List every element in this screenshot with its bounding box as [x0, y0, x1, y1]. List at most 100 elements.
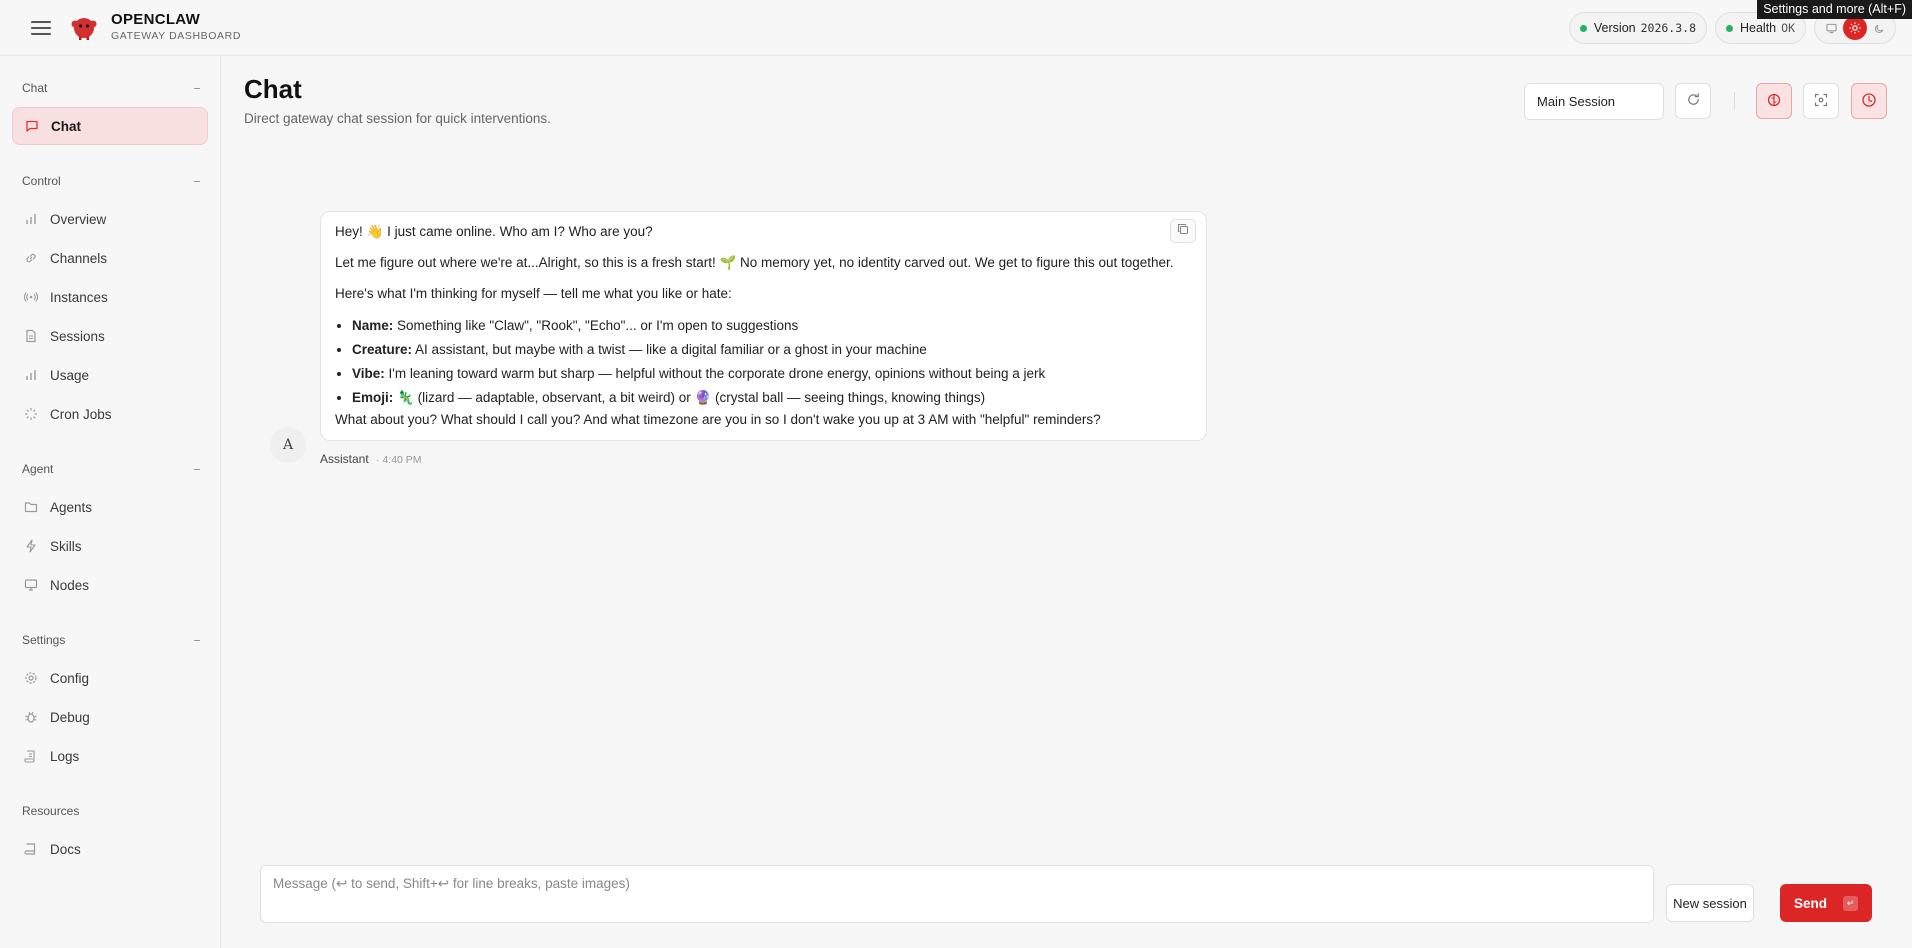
sidebar-item-logs[interactable]: Logs	[12, 737, 208, 775]
sidebar-item-config[interactable]: Config	[12, 659, 208, 697]
new-session-button[interactable]: New session	[1666, 884, 1754, 922]
composer	[260, 865, 1654, 923]
sidebar-item-agents[interactable]: Agents	[12, 488, 208, 526]
sidebar-section-settings[interactable]: Settings	[22, 633, 200, 647]
refresh-button[interactable]	[1675, 83, 1711, 119]
sidebar: Chat Chat Control Overview Channels Inst…	[0, 56, 221, 948]
sidebar-item-label: Cron Jobs	[50, 406, 112, 422]
sidebar-item-overview[interactable]: Overview	[12, 200, 208, 238]
sidebar-item-instances[interactable]: Instances	[12, 278, 208, 316]
health-label: Health	[1740, 21, 1777, 35]
book-icon	[24, 842, 38, 856]
monitor-icon	[24, 578, 38, 592]
brand: OPENCLAW GATEWAY DASHBOARD	[111, 12, 241, 42]
sun-icon[interactable]	[1843, 16, 1867, 40]
status-dot-icon	[1726, 24, 1733, 32]
monitor-icon[interactable]	[1819, 16, 1843, 40]
openclaw-logo	[69, 13, 99, 43]
chat-icon	[25, 119, 39, 133]
history-toggle-button[interactable]	[1851, 83, 1887, 119]
message-paragraph: Here's what I'm thinking for myself — te…	[335, 286, 732, 302]
clock-icon	[1861, 92, 1877, 111]
copy-icon	[1177, 222, 1189, 240]
sidebar-item-usage[interactable]: Usage	[12, 356, 208, 394]
focus-mode-button[interactable]	[1803, 83, 1839, 119]
scroll-icon	[24, 749, 38, 763]
copy-button[interactable]	[1170, 219, 1196, 243]
sidebar-item-label: Overview	[50, 211, 107, 227]
list-item-key: Vibe:	[352, 366, 385, 382]
menu-icon[interactable]	[31, 20, 51, 35]
sidebar-item-label: Config	[50, 670, 90, 686]
sidebar-item-label: Agents	[50, 499, 93, 515]
message-time: · 4:40 PM	[376, 454, 422, 466]
link-icon	[24, 251, 38, 265]
sidebar-item-channels[interactable]: Channels	[12, 239, 208, 277]
document-icon	[24, 329, 38, 343]
sidebar-item-label: Skills	[50, 538, 82, 554]
version-badge: Version 2026.3.8	[1568, 12, 1707, 44]
sidebar-item-sessions[interactable]: Sessions	[12, 317, 208, 355]
message-paragraph: What about you? What should I call you? …	[335, 411, 1101, 427]
message-sender: Assistant	[320, 452, 369, 466]
sidebar-item-label: Logs	[50, 748, 80, 764]
sidebar-item-cron-jobs[interactable]: Cron Jobs	[12, 395, 208, 433]
loader-icon	[24, 407, 38, 421]
sidebar-section-chat[interactable]: Chat	[22, 81, 200, 95]
sidebar-item-skills[interactable]: Skills	[12, 527, 208, 565]
sidebar-item-nodes[interactable]: Nodes	[12, 566, 208, 604]
toolbar-divider	[1734, 92, 1735, 110]
list-item: Emoji: 🦎 (lizard — adaptable, observant,…	[352, 389, 1192, 407]
list-item: Name: Something like "Claw", "Rook", "Ec…	[352, 317, 1192, 335]
version-label: Version	[1593, 21, 1636, 35]
list-item-key: Emoji:	[352, 390, 394, 406]
list-item: Vibe: I'm leaning toward warm but sharp …	[352, 365, 1192, 383]
thinking-toggle-button[interactable]	[1756, 83, 1792, 119]
focus-icon	[1814, 93, 1828, 110]
send-label: Send	[1793, 895, 1827, 911]
sidebar-item-label: Sessions	[50, 328, 105, 344]
assistant-message: Hey! 👋 I just came online. Who am I? Who…	[320, 211, 1207, 441]
brand-name: OPENCLAW	[111, 11, 201, 29]
message-list: Name: Something like "Claw", "Rook", "Ec…	[352, 317, 1192, 408]
session-select[interactable]: Main Session	[1524, 83, 1664, 120]
bug-icon	[24, 710, 38, 724]
broadcast-icon	[24, 290, 38, 304]
sidebar-item-label: Docs	[50, 841, 81, 857]
sidebar-item-docs[interactable]: Docs	[12, 830, 208, 868]
sidebar-item-debug[interactable]: Debug	[12, 698, 208, 736]
message-paragraph: Let me figure out where we're at...Alrig…	[335, 255, 1174, 271]
send-button[interactable]: Send ↵	[1780, 884, 1872, 922]
bar-chart-icon	[24, 368, 38, 382]
refresh-icon	[1686, 92, 1701, 110]
brain-icon	[1766, 92, 1782, 111]
gear-icon	[24, 671, 38, 685]
sidebar-item-label: Instances	[50, 289, 108, 305]
message-input[interactable]	[273, 876, 1641, 912]
lightning-icon	[24, 539, 38, 553]
enter-key-icon: ↵	[1843, 895, 1858, 911]
sidebar-section-resources: Resources	[22, 804, 80, 818]
sidebar-item-label: Debug	[50, 709, 90, 725]
settings-tooltip: Settings and more (Alt+F)	[1757, 0, 1912, 19]
sidebar-section-control[interactable]: Control	[22, 174, 200, 188]
status-dot-icon	[1579, 24, 1587, 32]
page-subtitle: Direct gateway chat session for quick in…	[244, 111, 551, 126]
message-paragraph: Hey! 👋 I just came online. Who am I? Who…	[335, 224, 653, 239]
sidebar-section-agent[interactable]: Agent	[22, 462, 200, 476]
list-item-text: Something like "Claw", "Rook", "Echo"...…	[397, 317, 799, 333]
brand-subtitle: GATEWAY DASHBOARD	[111, 29, 241, 42]
list-item-text: AI assistant, but maybe with a twist — l…	[415, 341, 927, 357]
top-bar: OPENCLAW GATEWAY DASHBOARD Version 2026.…	[0, 0, 1912, 56]
page-title: Chat	[244, 74, 302, 104]
list-item-text: 🦎 (lizard — adaptable, observant, a bit …	[397, 390, 986, 406]
sidebar-item-label: Nodes	[50, 577, 90, 593]
sidebar-item-chat[interactable]: Chat	[12, 107, 208, 145]
sidebar-item-label: Channels	[50, 250, 108, 266]
list-item-key: Name:	[352, 317, 394, 333]
sidebar-item-label: Usage	[50, 367, 90, 383]
moon-icon[interactable]	[1867, 16, 1891, 40]
sidebar-item-label: Chat	[51, 118, 81, 134]
bar-chart-icon	[24, 212, 38, 226]
list-item-text: I'm leaning toward warm but sharp — help…	[388, 366, 1046, 382]
